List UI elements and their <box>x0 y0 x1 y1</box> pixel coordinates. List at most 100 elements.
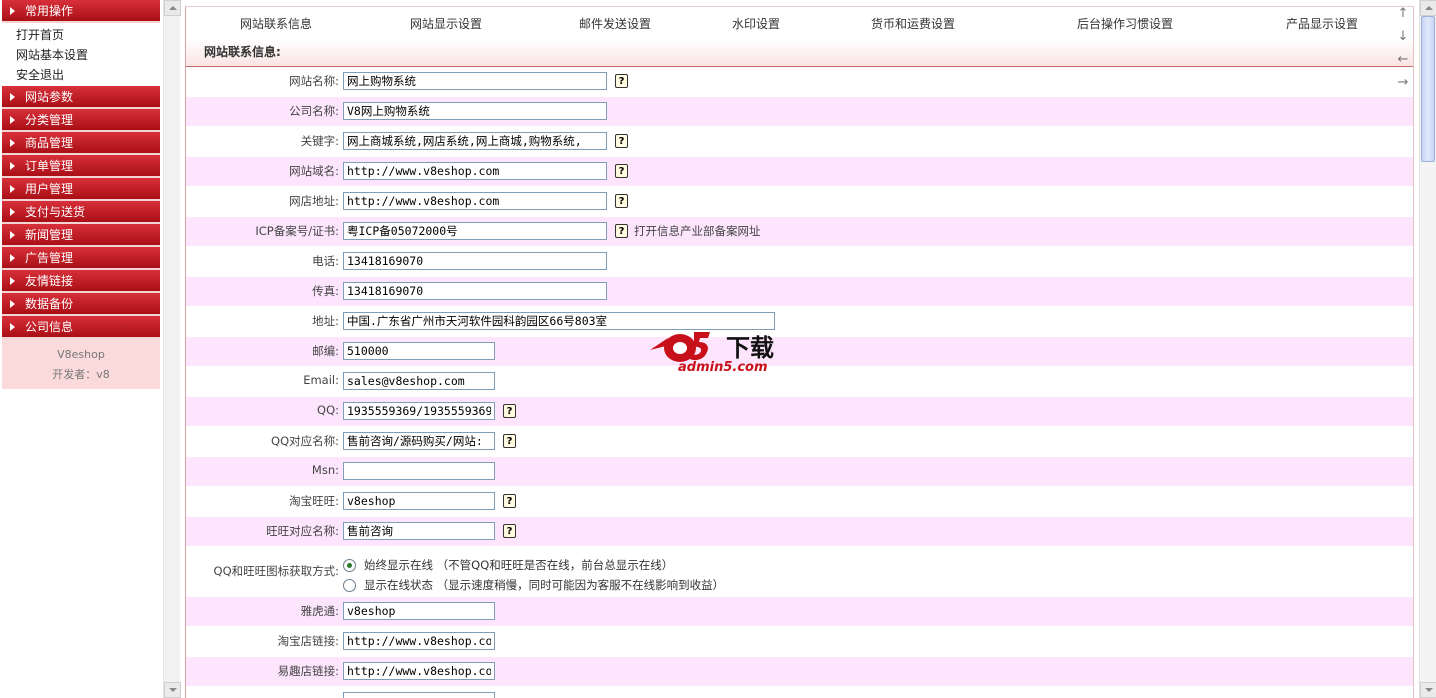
sidebar: 常用操作 打开首页 网站基本设置 安全退出 网站参数 分类管理 商品管理 订单管… <box>2 0 160 389</box>
email-input[interactable] <box>343 372 495 390</box>
partial-input[interactable] <box>343 692 495 698</box>
watermark-url-text: admin5.com <box>678 360 768 375</box>
menu-group-orders[interactable]: 订单管理 <box>2 155 160 178</box>
caret-right-icon <box>10 276 15 285</box>
tab-product-display[interactable]: 产品显示设置 <box>1286 15 1358 32</box>
menu-group-common[interactable]: 常用操作 <box>2 0 160 23</box>
fax-input[interactable] <box>343 282 607 300</box>
submenu-item-site-settings[interactable]: 网站基本设置 <box>2 45 160 65</box>
tab-currency-shipping[interactable]: 货币和运费设置 <box>871 15 955 32</box>
radio-option-show-status[interactable]: 显示在线状态 （显示速度稍慢，同时可能因为客服不在线影响到收益） <box>343 575 724 595</box>
a5-watermark-logo: 下载 admin5.com <box>648 320 788 380</box>
radio-option-always-online[interactable]: 始终显示在线 （不管QQ和旺旺是否在线，前台总显示在线） <box>343 555 724 575</box>
menu-group-label: 分类管理 <box>25 113 74 127</box>
label-company-name: 公司名称: <box>289 104 339 118</box>
label-partial <box>186 687 343 693</box>
row-msn: Msn: <box>186 457 1413 487</box>
scroll-down-button[interactable] <box>164 682 181 698</box>
scroll-up-button[interactable] <box>164 0 181 16</box>
help-icon[interactable]: ? <box>503 434 516 448</box>
menu-group-backup[interactable]: 数据备份 <box>2 293 160 316</box>
tab-mail-settings[interactable]: 邮件发送设置 <box>579 15 651 32</box>
main-scrollbar[interactable] <box>1419 0 1436 698</box>
icp-input[interactable] <box>343 222 607 240</box>
scroll-down-button[interactable] <box>1420 682 1436 698</box>
label-zip: 邮编: <box>312 344 339 358</box>
menu-group-label: 商品管理 <box>25 136 74 150</box>
row-keywords: 关键字: ? <box>186 127 1413 157</box>
menu-group-category[interactable]: 分类管理 <box>2 109 160 132</box>
help-icon[interactable]: ? <box>503 494 516 508</box>
yiqu-link-input[interactable] <box>343 662 495 680</box>
help-icon[interactable]: ? <box>503 404 516 418</box>
menu-group-links[interactable]: 友情链接 <box>2 270 160 293</box>
submenu-common: 打开首页 网站基本设置 安全退出 <box>2 23 160 86</box>
row-phone: 电话: <box>186 247 1413 277</box>
arrow-up-icon[interactable]: ↑ <box>1394 6 1412 29</box>
radio-checked-icon[interactable] <box>343 558 356 572</box>
caret-right-icon <box>10 6 15 15</box>
radio-label: 显示在线状态 （显示速度稍慢，同时可能因为客服不在线影响到收益） <box>364 578 725 592</box>
scroll-up-button[interactable] <box>1420 0 1436 16</box>
shop-url-input[interactable] <box>343 192 607 210</box>
phone-input[interactable] <box>343 252 607 270</box>
arrow-left-icon[interactable]: ← <box>1394 52 1412 75</box>
help-icon[interactable]: ? <box>615 134 628 148</box>
arrow-right-icon[interactable]: → <box>1394 75 1412 98</box>
tab-contact-info[interactable]: 网站联系信息 <box>240 15 312 32</box>
row-fax: 传真: <box>186 277 1413 307</box>
help-icon[interactable]: ? <box>503 524 516 538</box>
scrollbar-thumb[interactable] <box>1421 16 1435 162</box>
taobao-link-input[interactable] <box>343 632 495 650</box>
label-email: Email: <box>303 373 339 387</box>
row-taobao-link: 淘宝店链接: <box>186 627 1413 657</box>
caret-right-icon <box>10 92 15 101</box>
menu-group-users[interactable]: 用户管理 <box>2 178 160 201</box>
row-icp: ICP备案号/证书: ? 打开信息产业部备案网址 <box>186 217 1413 247</box>
site-name-input[interactable] <box>343 72 607 90</box>
company-name-input[interactable] <box>343 102 607 120</box>
row-partial <box>186 687 1413 698</box>
arrow-down-icon[interactable]: ↓ <box>1394 29 1412 52</box>
radio-unchecked-icon[interactable] <box>343 578 356 592</box>
footer-product-name: V8eshop <box>57 348 105 361</box>
tab-display-settings[interactable]: 网站显示设置 <box>410 15 482 32</box>
menu-group-payment[interactable]: 支付与送货 <box>2 201 160 224</box>
left-frame-scrollbar[interactable] <box>163 0 181 698</box>
label-icon-mode: QQ和旺旺图标获取方式: <box>213 564 339 578</box>
caret-right-icon <box>10 322 15 331</box>
domain-input[interactable] <box>343 162 607 180</box>
menu-group-company[interactable]: 公司信息 <box>2 316 160 339</box>
qq-names-input[interactable] <box>343 432 495 450</box>
qq-input[interactable] <box>343 402 495 420</box>
yahoo-input[interactable] <box>343 602 495 620</box>
caret-right-icon <box>10 161 15 170</box>
row-zip: 邮编: <box>186 337 1413 367</box>
submenu-item-logout[interactable]: 安全退出 <box>2 65 160 85</box>
msn-input[interactable] <box>343 462 495 480</box>
menu-group-ads[interactable]: 广告管理 <box>2 247 160 270</box>
menu-group-label: 网站参数 <box>25 90 74 104</box>
help-icon[interactable]: ? <box>615 164 628 178</box>
row-email: Email: <box>186 367 1413 397</box>
help-icon[interactable]: ? <box>615 194 628 208</box>
help-icon[interactable]: ? <box>615 74 628 88</box>
submenu-item-home[interactable]: 打开首页 <box>2 25 160 45</box>
ww-name-input[interactable] <box>343 522 495 540</box>
label-taobao-link: 淘宝店链接: <box>277 634 339 648</box>
caret-right-icon <box>10 253 15 262</box>
caret-right-icon <box>10 299 15 308</box>
row-yahoo: 雅虎通: <box>186 597 1413 627</box>
arrow-down-icon <box>1424 688 1433 692</box>
label-ww-name: 旺旺对应名称: <box>266 524 339 538</box>
taobao-ww-input[interactable] <box>343 492 495 510</box>
menu-group-site-params[interactable]: 网站参数 <box>2 86 160 109</box>
icp-link[interactable]: 打开信息产业部备案网址 <box>634 223 761 239</box>
tab-admin-habits[interactable]: 后台操作习惯设置 <box>1077 15 1173 32</box>
menu-group-products[interactable]: 商品管理 <box>2 132 160 155</box>
keywords-input[interactable] <box>343 132 607 150</box>
help-icon[interactable]: ? <box>615 224 628 238</box>
zip-input[interactable] <box>343 342 495 360</box>
menu-group-news[interactable]: 新闻管理 <box>2 224 160 247</box>
tab-watermark-settings[interactable]: 水印设置 <box>732 15 780 32</box>
